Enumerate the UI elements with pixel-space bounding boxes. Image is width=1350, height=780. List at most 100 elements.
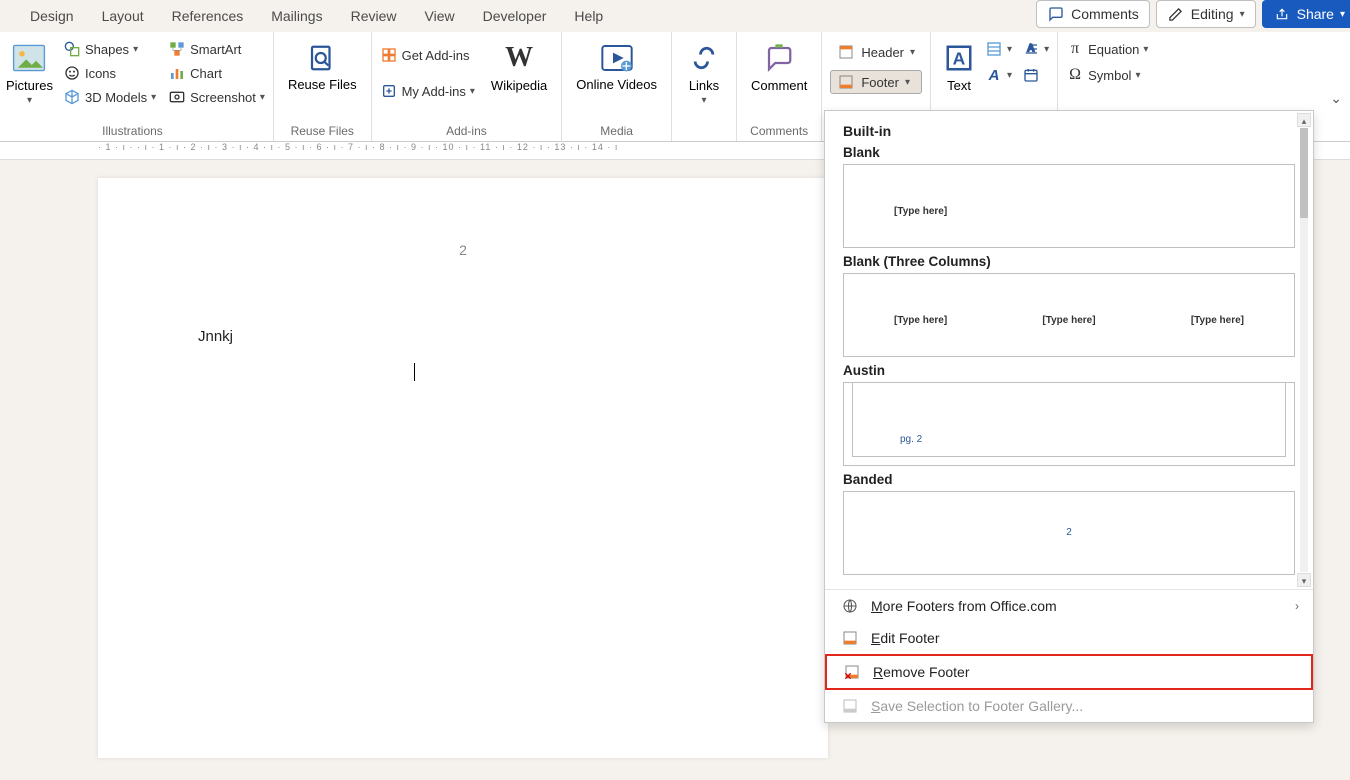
parts-icon [985,40,1003,58]
symbol-button[interactable]: Ω Symbol ▾ [1066,66,1148,84]
editing-label: Editing [1191,6,1234,22]
tab-design[interactable]: Design [30,8,74,24]
edit-footer-icon [841,629,859,647]
link-icon [686,40,722,76]
pictures-button[interactable]: Pictures ▾ [0,36,59,110]
edit-footer-action[interactable]: Edit Footer [825,622,1313,654]
wikipedia-button[interactable]: W Wikipedia [485,36,553,97]
remove-footer-icon [843,663,861,681]
comments-button[interactable]: Comments [1036,0,1150,28]
quick-parts-button[interactable]: ▾ [985,40,1012,58]
cube-icon [63,88,81,106]
textbox-icon: A [941,40,977,76]
document-body-text[interactable]: Jnnkj [198,328,728,345]
smartart-label: SmartArt [190,42,241,57]
share-button[interactable]: Share ▾ [1262,0,1350,28]
page-number-header: 2 [459,242,467,258]
type-here-placeholder: [Type here] [894,206,947,217]
chevron-down-icon: ▾ [151,92,156,103]
save-gallery-icon [841,697,859,715]
more-footers-action[interactable]: More Footers from Office.com › [825,590,1313,622]
pencil-icon [1167,5,1185,23]
austin-title: Austin [843,363,1295,378]
pictures-label: Pictures [6,78,53,93]
dropcap-button[interactable]: A▾ [1022,40,1049,58]
chevron-down-icon: ▾ [1007,70,1012,81]
my-addins-button[interactable]: My Add-ins ▾ [380,82,475,100]
chevron-down-icon: ▾ [910,47,915,58]
tab-review[interactable]: Review [351,8,397,24]
shapes-icon [63,40,81,58]
globe-icon [841,597,859,615]
chevron-down-icon: ▾ [27,95,32,106]
footer-template-banded[interactable]: 2 [843,491,1295,575]
save-to-gallery-action: Save Selection to Footer Gallery... [825,690,1313,722]
smartart-icon [168,40,186,58]
chevron-down-icon: ▾ [133,44,138,55]
scroll-thumb[interactable] [1300,128,1308,218]
comment-label: Comment [751,78,807,93]
chevron-down-icon: ▾ [1135,70,1140,81]
comment-button[interactable]: Comment [745,36,813,97]
gallery-scrollbar[interactable]: ▴ ▾ [1297,113,1311,587]
links-button[interactable]: Links ▾ [680,36,728,110]
chart-icon [168,64,186,82]
edit-footer-label: Edit Footer [871,630,939,646]
footer-template-austin[interactable]: pg. 2 [843,382,1295,466]
header-label: Header [861,45,904,60]
icons-button[interactable]: Icons [63,64,156,82]
online-videos-label: Online Videos [576,78,657,92]
footer-template-blank[interactable]: [Type here] [843,164,1295,248]
3d-models-button[interactable]: 3D Models ▾ [63,88,156,106]
remove-footer-label: Remove Footer [873,664,970,680]
tab-help[interactable]: Help [574,8,603,24]
screenshot-icon [168,88,186,106]
symbol-icon: Ω [1066,66,1084,84]
banded-title: Banded [843,472,1295,487]
tab-view[interactable]: View [425,8,455,24]
type-here-placeholder: [Type here] [1042,315,1095,326]
tab-mailings[interactable]: Mailings [271,8,322,24]
footer-button[interactable]: Footer ▾ [830,70,922,94]
smartart-button[interactable]: SmartArt [168,40,265,58]
blank-title: Blank [843,145,1295,160]
wordart-button[interactable]: A▾ [985,66,1012,84]
dropcap-icon: A [1022,40,1040,58]
get-addins-button[interactable]: Get Add-ins [380,46,475,64]
type-here-placeholder: [Type here] [1191,315,1244,326]
tab-references[interactable]: References [172,8,244,24]
reuse-files-icon [304,40,340,76]
shapes-button[interactable]: Shapes ▾ [63,40,156,58]
tab-layout[interactable]: Layout [102,8,144,24]
screenshot-button[interactable]: Screenshot ▾ [168,88,265,106]
banded-page-num: 2 [1066,527,1072,538]
icons-icon [63,64,81,82]
online-videos-button[interactable]: Online Videos [570,36,663,96]
header-button[interactable]: Header ▾ [830,40,922,64]
ribbon-collapse-chevron[interactable]: ⌄ [1330,90,1342,107]
symbol-label: Symbol [1088,68,1131,83]
comment-icon [1047,5,1065,23]
comments-group-label: Comments [745,122,813,141]
editing-button[interactable]: Editing ▾ [1156,0,1256,28]
chevron-down-icon: ▾ [1143,44,1148,55]
scroll-up-icon[interactable]: ▴ [1297,113,1311,127]
scroll-track[interactable] [1300,128,1308,572]
svg-text:A: A [953,48,966,68]
reuse-files-button[interactable]: Reuse Files [282,36,363,96]
wordart-icon: A [985,66,1003,84]
remove-footer-action[interactable]: Remove Footer [825,654,1313,690]
footer-template-blank3[interactable]: [Type here] [Type here] [Type here] [843,273,1295,357]
equation-button[interactable]: π Equation ▾ [1066,40,1148,58]
more-footers-label: More Footers from Office.com [871,598,1057,614]
date-icon [1022,66,1040,84]
equation-icon: π [1066,40,1084,58]
date-time-button[interactable] [1022,66,1049,84]
chart-button[interactable]: Chart [168,64,265,82]
textbox-button[interactable]: A Text [939,36,979,97]
scroll-down-icon[interactable]: ▾ [1297,573,1311,587]
document-page[interactable]: 2 Jnnkj [98,178,828,758]
pictures-icon [11,40,47,76]
tab-developer[interactable]: Developer [483,8,547,24]
chevron-down-icon: ▾ [1007,44,1012,55]
